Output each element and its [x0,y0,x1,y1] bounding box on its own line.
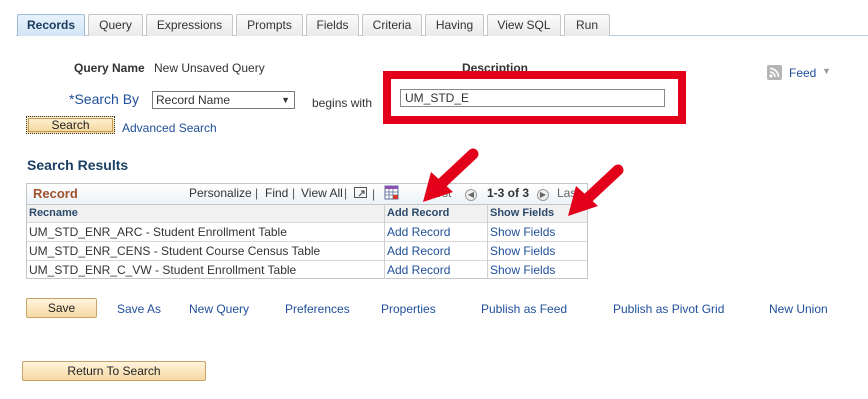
add-record-link[interactable]: Add Record [385,222,487,241]
begins-with-label: begins with [312,96,373,110]
query-name-label: Query Name [74,61,145,75]
search-by-value: Record Name [156,93,231,107]
new-query-link[interactable]: New Query [189,302,249,316]
row-range: 1-3 of 3 [487,186,530,200]
search-button[interactable]: Search [26,116,115,134]
tab-query[interactable]: Query [88,14,143,36]
table-row-recname: UM_STD_ENR_C_VW - Student Enrollment Tab… [27,260,384,279]
grid-title: Record [33,186,78,201]
feed-dropdown-icon[interactable]: ▼ [822,66,831,76]
show-fields-link[interactable]: Show Fields [488,260,587,279]
table-row-recname: UM_STD_ENR_ARC - Student Enrollment Tabl… [27,222,384,241]
tab-records[interactable]: Records [17,14,85,36]
personalize-link[interactable]: Personalize [189,186,252,200]
feed-icon[interactable] [767,65,782,80]
search-input[interactable]: UM_STD_E [400,89,665,107]
properties-link[interactable]: Properties [381,302,436,316]
show-fields-link[interactable]: Show Fields [488,222,587,241]
feed-link[interactable]: Feed [789,66,816,80]
new-union-link[interactable]: New Union [769,302,828,316]
tab-run[interactable]: Run [564,14,610,36]
separator: | [292,186,296,200]
separator: | [344,186,348,200]
view-all-link[interactable]: View All [301,186,343,200]
advanced-search-link[interactable]: Advanced Search [122,121,217,135]
show-fields-link[interactable]: Show Fields [488,241,587,260]
search-results-title: Search Results [27,157,129,173]
tab-fields[interactable]: Fields [306,14,359,36]
table-row-recname: UM_STD_ENR_CENS - Student Course Census … [27,241,384,260]
preferences-link[interactable]: Preferences [285,302,350,316]
tab-prompts[interactable]: Prompts [236,14,303,36]
add-record-link[interactable]: Add Record [385,260,487,279]
save-as-link[interactable]: Save As [117,302,161,316]
annotation-arrow-icon [568,164,624,216]
separator: | [255,186,259,200]
dropdown-arrow-icon: ▼ [281,95,290,105]
publish-as-feed-link[interactable]: Publish as Feed [481,302,567,316]
download-grid-icon[interactable] [384,185,399,200]
tab-expressions[interactable]: Expressions [146,14,233,36]
add-record-link[interactable]: Add Record [385,241,487,260]
col-recname: Recname [27,204,384,222]
annotation-arrow-icon [423,148,479,202]
column-divider [487,204,488,279]
save-button[interactable]: Save [26,298,97,318]
search-by-select[interactable]: Record Name ▼ [152,91,295,109]
return-to-search-button[interactable]: Return To Search [22,361,206,381]
publish-as-pivot-grid-link[interactable]: Publish as Pivot Grid [613,302,724,316]
tab-having[interactable]: Having [425,14,484,36]
tab-view-sql[interactable]: View SQL [487,14,561,36]
separator: | [372,187,376,201]
tab-criteria[interactable]: Criteria [362,14,422,36]
find-link[interactable]: Find [265,186,288,200]
new-window-icon[interactable] [354,187,367,198]
next-icon[interactable]: ▶ [537,186,549,201]
search-by-label: *Search By [69,91,140,107]
column-divider [384,204,385,279]
query-name-value: New Unsaved Query [154,61,265,75]
